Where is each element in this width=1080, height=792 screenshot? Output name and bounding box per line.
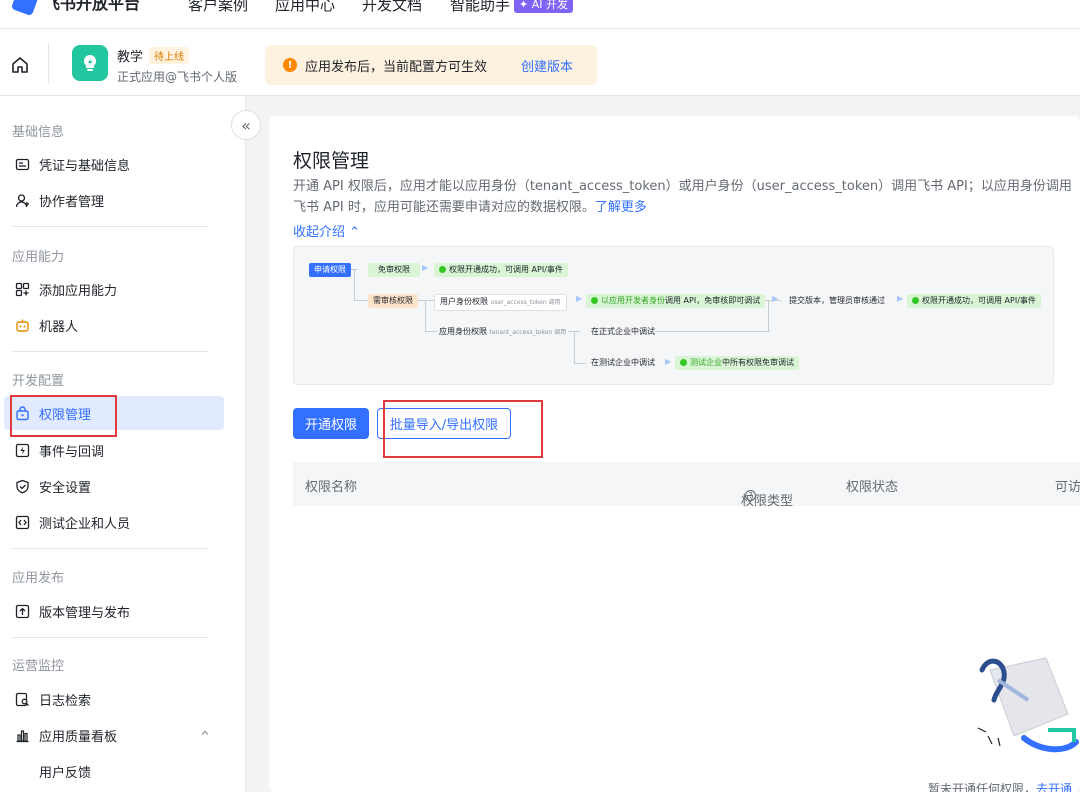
section-title-monitoring: 运营监控 bbox=[12, 659, 65, 674]
sidebar-item-label: 日志检索 bbox=[39, 693, 92, 709]
page-description: 开通 API 权限后，应用才能以应用身份（tenant_access_token… bbox=[293, 179, 1072, 215]
warning-icon: ! bbox=[283, 58, 297, 72]
nav-ai-assistant[interactable]: 智能助手 ✦ AI 开发 bbox=[450, 0, 573, 15]
flow-free-review: 免审权限 bbox=[368, 263, 420, 277]
section-title-dev-config: 开发配置 bbox=[12, 374, 65, 389]
flow-need-review: 需审核权限 bbox=[368, 294, 418, 308]
flow-dev-debug: 以应用开发者身份调用 API，免审核即可调试 bbox=[586, 294, 766, 308]
flow-final-result: 权限开通成功，可调用 API/事件 bbox=[907, 294, 1041, 308]
sidebar-item-security[interactable]: 安全设置 bbox=[4, 469, 224, 503]
upload-icon bbox=[14, 603, 30, 619]
sidebar-item-label: 安全设置 bbox=[39, 480, 92, 496]
sidebar-item-label: 测试企业和人员 bbox=[39, 516, 131, 532]
brand-logo[interactable]: 飞书开放平台 bbox=[10, 0, 141, 17]
chevron-up-icon: ⌃ bbox=[349, 225, 361, 240]
status-badge: 待上线 bbox=[149, 47, 190, 64]
sidebar-item-logs[interactable]: 日志检索 bbox=[4, 682, 224, 716]
collapse-intro-link[interactable]: 收起介绍 ⌃ bbox=[293, 221, 360, 240]
flow-apply: 申请权限 bbox=[309, 263, 351, 277]
sidebar-item-label: 机器人 bbox=[39, 319, 79, 335]
section-title-release: 应用发布 bbox=[12, 571, 65, 586]
check-icon bbox=[439, 266, 446, 273]
sidebar-item-events[interactable]: 事件与回调 bbox=[4, 433, 224, 467]
sidebar-item-label: 用户反馈 bbox=[39, 765, 92, 781]
col-permission-status: 权限状态 bbox=[846, 480, 899, 495]
sidebar-divider bbox=[12, 226, 208, 227]
learn-more-link[interactable]: 了解更多 bbox=[595, 200, 647, 215]
permission-table-header: 权限名称 权限类型? 权限状态 可访 bbox=[293, 462, 1080, 509]
robot-icon bbox=[14, 317, 30, 333]
enable-permission-button[interactable]: 开通权限 bbox=[293, 408, 369, 439]
app-name: 教学 待上线 bbox=[117, 46, 190, 65]
check-icon bbox=[680, 359, 687, 366]
sidebar: 基础信息 凭证与基础信息 协作者管理 应用能力 添加应用能力 机器人 开发配置 … bbox=[0, 96, 246, 792]
nav-ai-assistant-label: 智能助手 bbox=[450, 0, 511, 14]
sidebar-item-collaborators[interactable]: 协作者管理 bbox=[4, 183, 224, 217]
col-permission-name: 权限名称 bbox=[305, 480, 358, 495]
section-title-capabilities: 应用能力 bbox=[12, 250, 65, 265]
flow-app-perm: 应用身份权限 tenant_access_token 调用 bbox=[439, 327, 567, 336]
sidebar-item-label: 版本管理与发布 bbox=[39, 605, 131, 621]
flow-submit: 提交版本，管理员审核通过 bbox=[789, 296, 885, 305]
flow-test-debug: 在测试企业中调试 bbox=[591, 358, 655, 367]
check-icon bbox=[591, 297, 598, 304]
sidebar-item-label: 添加应用能力 bbox=[39, 283, 118, 299]
empty-state-illustration bbox=[968, 650, 1080, 762]
sidebar-item-test-tenants[interactable]: 测试企业和人员 bbox=[4, 505, 224, 539]
highlight-box bbox=[10, 395, 117, 437]
highlight-box bbox=[383, 400, 543, 458]
nav-dev-docs[interactable]: 开发文档 bbox=[362, 0, 422, 15]
app-header: 教学 待上线 正式应用@飞书个人版 ! 应用发布后，当前配置方可生效 创建版本 bbox=[0, 28, 1080, 96]
check-icon bbox=[912, 297, 919, 304]
chevron-up-icon[interactable] bbox=[200, 727, 210, 742]
code-icon bbox=[14, 514, 30, 530]
sidebar-item-label: 协作者管理 bbox=[39, 194, 105, 210]
sidebar-item-label: 应用质量看板 bbox=[39, 729, 118, 745]
nav-customer-cases[interactable]: 客户案例 bbox=[188, 0, 248, 15]
brand-name: 飞书开放平台 bbox=[44, 0, 141, 13]
sidebar-item-quality-dashboard[interactable]: 应用质量看板 bbox=[4, 718, 224, 752]
app-subtitle: 正式应用@飞书个人版 bbox=[117, 70, 238, 84]
flow-formal-debug: 在正式企业中调试 bbox=[591, 327, 655, 336]
shield-icon bbox=[14, 478, 30, 494]
sidebar-item-label: 事件与回调 bbox=[39, 444, 105, 460]
flow-test-free: 测试企业中所有权限免审调试 bbox=[675, 356, 799, 370]
sidebar-item-add-capability[interactable]: 添加应用能力 bbox=[4, 272, 224, 306]
page-title: 权限管理 bbox=[293, 150, 370, 172]
help-icon[interactable]: ? bbox=[745, 490, 756, 501]
event-icon bbox=[14, 442, 30, 458]
collapse-sidebar-button[interactable]: « bbox=[231, 110, 261, 140]
create-version-link[interactable]: 创建版本 bbox=[521, 56, 573, 75]
notice-text: 应用发布后，当前配置方可生效 bbox=[305, 59, 488, 75]
sidebar-item-label: 凭证与基础信息 bbox=[39, 158, 131, 174]
sidebar-item-credentials[interactable]: 凭证与基础信息 bbox=[4, 147, 224, 181]
sidebar-item-versions[interactable]: 版本管理与发布 bbox=[4, 594, 224, 628]
section-title-basic: 基础信息 bbox=[12, 125, 65, 140]
col-access: 可访 bbox=[1055, 480, 1080, 495]
log-search-icon bbox=[14, 691, 30, 707]
permission-flow-diagram: ▶ ▶ ▶ ▶ ▶ 申请权限 免审权限 权限开通成功，可调用 API/事件 需审… bbox=[293, 246, 1054, 385]
sidebar-divider bbox=[12, 548, 208, 549]
feishu-logo-icon bbox=[10, 0, 40, 17]
user-icon bbox=[14, 192, 30, 208]
home-icon[interactable] bbox=[10, 55, 30, 75]
flow-user-perm: 用户身份权限 user_access_token 调用 bbox=[434, 294, 567, 311]
top-nav: 飞书开放平台 客户案例 应用中心 开发文档 智能助手 ✦ AI 开发 bbox=[0, 0, 1080, 28]
ai-badge: ✦ AI 开发 bbox=[514, 0, 573, 13]
flow-free-result: 权限开通成功，可调用 API/事件 bbox=[434, 263, 568, 277]
sidebar-divider bbox=[12, 351, 208, 352]
credentials-icon bbox=[14, 156, 30, 172]
sidebar-divider bbox=[12, 637, 208, 638]
nav-app-center[interactable]: 应用中心 bbox=[275, 0, 335, 15]
sidebar-item-user-feedback[interactable]: 用户反馈 bbox=[4, 754, 224, 788]
bar-chart-icon bbox=[14, 727, 30, 743]
go-enable-link[interactable]: 去开通 bbox=[1036, 782, 1072, 792]
grid-plus-icon bbox=[14, 281, 30, 297]
publish-notice: ! 应用发布后，当前配置方可生效 创建版本 bbox=[265, 45, 597, 85]
empty-state-text: 暂未开通任何权限，去开通 bbox=[928, 780, 1072, 792]
header-divider bbox=[48, 43, 49, 83]
sidebar-item-robot[interactable]: 机器人 bbox=[4, 308, 224, 342]
app-icon bbox=[72, 45, 108, 81]
